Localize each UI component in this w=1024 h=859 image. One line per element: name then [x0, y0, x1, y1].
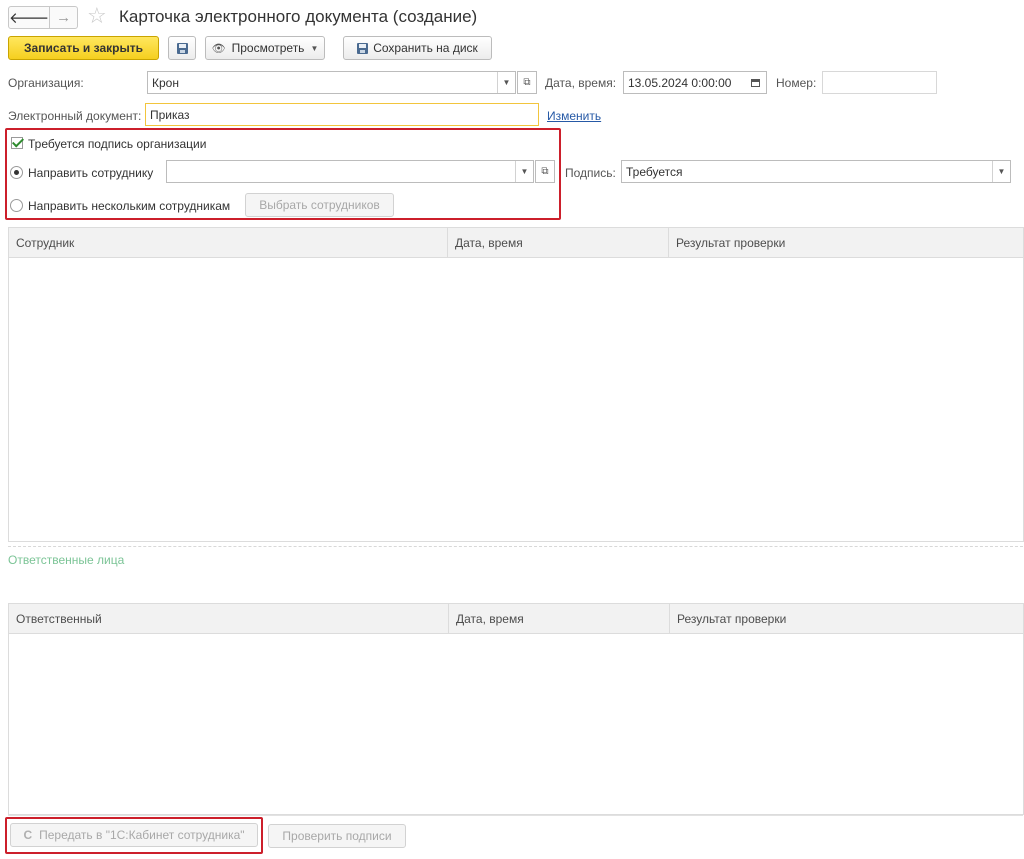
send-to-employee-radio[interactable]	[10, 166, 23, 179]
responsible-section-title[interactable]: Ответственные лица	[8, 553, 124, 567]
electronic-document-value: Приказ	[150, 107, 190, 122]
check-signatures-button[interactable]: Проверить подписи	[268, 824, 406, 848]
responsible-table-header: Ответственный Дата, время Результат пров…	[9, 604, 1023, 634]
save-button[interactable]	[168, 36, 196, 60]
send-to-employee-cabinet-label: Передать в "1С:Кабинет сотрудника"	[39, 828, 245, 842]
column-header-check-result[interactable]: Результат проверки	[668, 228, 1023, 258]
employees-table[interactable]: Сотрудник Дата, время Результат проверки	[8, 227, 1024, 542]
organization-field[interactable]: Крон ▼	[147, 71, 516, 94]
save-and-close-button[interactable]: Записать и закрыть	[8, 36, 159, 60]
change-link[interactable]: Изменить	[547, 109, 601, 123]
electronic-document-label: Электронный документ:	[8, 109, 142, 123]
1c-logo-icon: C	[23, 828, 33, 842]
view-label: Просмотреть	[231, 41, 305, 55]
date-time-value: 13.05.2024 0:00:00	[628, 75, 732, 90]
send-to-multiple-radio[interactable]	[10, 199, 23, 212]
save-disk-icon	[176, 42, 188, 54]
date-time-label: Дата, время:	[545, 76, 617, 90]
organization-label: Организация:	[8, 76, 84, 90]
chevron-down-icon: ▼	[310, 43, 319, 53]
select-employees-label: Выбрать сотрудников	[259, 198, 380, 212]
number-label: Номер:	[776, 76, 817, 90]
open-form-icon[interactable]: ⧉	[535, 160, 555, 183]
save-disk-icon	[357, 42, 369, 54]
section-separator	[8, 546, 1023, 547]
view-button[interactable]: 👁 Просмотреть ▼	[205, 36, 325, 60]
back-arrow-icon[interactable]: 🡐	[9, 7, 51, 28]
signature-field[interactable]: Требуется ▼	[621, 160, 1011, 183]
save-and-close-label: Записать и закрыть	[24, 41, 143, 55]
send-to-employee-cabinet-button[interactable]: C Передать в "1С:Кабинет сотрудника"	[10, 823, 258, 847]
eye-icon: 👁	[211, 42, 226, 55]
number-field[interactable]	[822, 71, 937, 94]
dropdown-arrow-icon[interactable]: ▼	[497, 72, 515, 93]
electronic-document-field[interactable]: Приказ	[145, 103, 539, 126]
column-header-date-time[interactable]: Дата, время	[448, 604, 669, 634]
check-signatures-label: Проверить подписи	[282, 829, 392, 843]
calendar-icon[interactable]	[744, 72, 766, 93]
signature-value: Требуется	[626, 164, 683, 179]
navigation-buttons: 🡐 →	[8, 6, 78, 29]
date-time-field[interactable]: 13.05.2024 0:00:00	[623, 71, 767, 94]
footer-separator	[8, 815, 1023, 816]
signature-label: Подпись:	[565, 166, 616, 180]
requires-org-signature-label: Требуется подпись организации	[28, 137, 207, 151]
employees-table-header: Сотрудник Дата, время Результат проверки	[9, 228, 1023, 258]
requires-org-signature-checkbox[interactable]	[11, 137, 23, 149]
organization-value: Крон	[152, 75, 179, 90]
dropdown-arrow-icon[interactable]: ▼	[515, 161, 533, 182]
responsible-table[interactable]: Ответственный Дата, время Результат пров…	[8, 603, 1024, 815]
save-to-disk-button[interactable]: Сохранить на диск	[343, 36, 492, 60]
employee-field[interactable]: ▼	[166, 160, 534, 183]
column-header-employee[interactable]: Сотрудник	[9, 228, 446, 258]
select-employees-button[interactable]: Выбрать сотрудников	[245, 193, 394, 217]
column-header-responsible[interactable]: Ответственный	[9, 604, 447, 634]
send-to-employee-label: Направить сотруднику	[28, 166, 154, 180]
send-to-multiple-label: Направить нескольким сотрудникам	[28, 199, 231, 213]
dropdown-arrow-icon[interactable]: ▼	[992, 161, 1010, 182]
forward-arrow-icon[interactable]: →	[50, 7, 77, 28]
column-header-date-time[interactable]: Дата, время	[447, 228, 668, 258]
column-header-check-result[interactable]: Результат проверки	[669, 604, 1023, 634]
save-to-disk-label: Сохранить на диск	[373, 41, 478, 55]
favorite-star-icon[interactable]: ☆	[87, 3, 107, 29]
open-form-icon[interactable]: ⧉	[517, 71, 537, 94]
page-title: Карточка электронного документа (создани…	[119, 7, 478, 26]
